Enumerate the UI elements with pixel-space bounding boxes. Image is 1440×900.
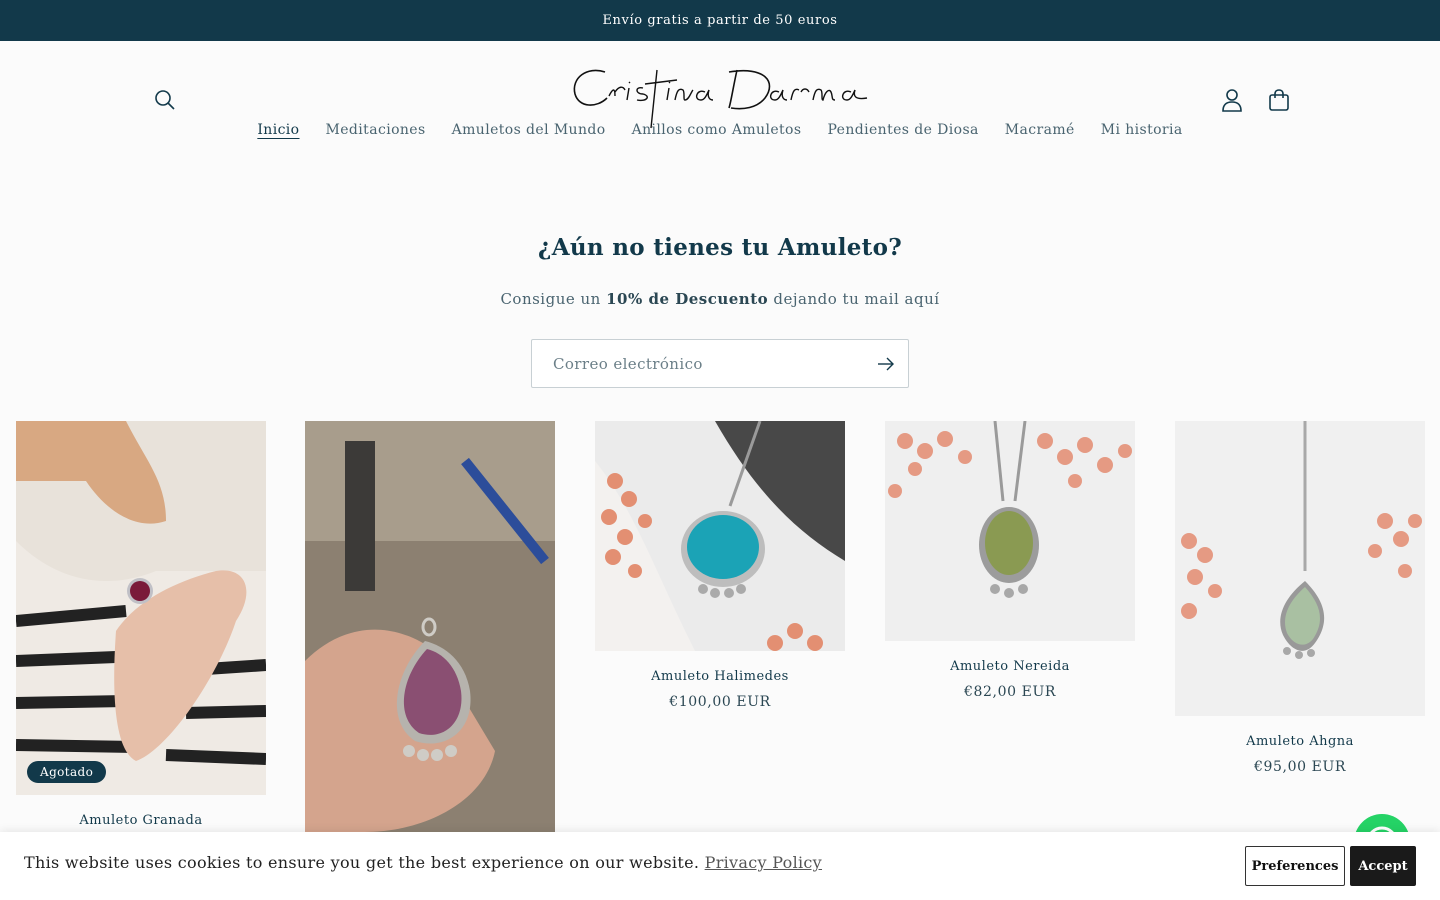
product-price: €95,00 EUR (1254, 759, 1346, 775)
arrow-right-icon[interactable] (872, 350, 900, 378)
announcement-bar: Envío gratis a partir de 50 euros (0, 0, 1440, 41)
announcement-text: Envío gratis a partir de 50 euros (602, 13, 838, 28)
product-name: Amuleto Ahgna (1246, 734, 1354, 749)
product-image[interactable]: Agotado (16, 421, 266, 795)
preferences-button[interactable]: Preferences (1245, 846, 1345, 886)
nav-item-macrame[interactable]: Macramé (1005, 118, 1075, 154)
email-input[interactable] (533, 341, 863, 386)
promo-sub-before: Consigue un (500, 290, 607, 308)
promo-sub-after: dejando tu mail aquí (768, 290, 940, 308)
accept-button[interactable]: Accept (1350, 846, 1416, 886)
product-price: €100,00 EUR (669, 694, 771, 710)
nav-item-amuletos-del-mundo[interactable]: Amuletos del Mundo (452, 118, 606, 154)
nav-item-anillos-como-amuletos[interactable]: Anillos como Amuletos (632, 118, 802, 154)
product-card[interactable]: Amuleto Halimedes €100,00 EUR (595, 421, 845, 710)
product-card[interactable] (305, 421, 555, 832)
product-image[interactable] (885, 421, 1135, 641)
user-icon[interactable] (1216, 84, 1248, 116)
bag-icon[interactable] (1263, 84, 1295, 116)
privacy-policy-link[interactable]: Privacy Policy (705, 853, 822, 872)
promo-title: ¿Aún no tienes tu Amuleto? (537, 234, 903, 261)
product-card[interactable]: Agotado Amuleto Granada (16, 421, 266, 828)
cookie-message: This website uses cookies to ensure you … (24, 853, 822, 872)
nav-item-meditaciones[interactable]: Meditaciones (326, 118, 426, 154)
nav-item-pendientes-de-diosa[interactable]: Pendientes de Diosa (827, 118, 978, 154)
cookie-banner: This website uses cookies to ensure you … (0, 832, 1440, 900)
product-image[interactable] (1175, 421, 1425, 716)
promo-sub-bold: 10% de Descuento (606, 290, 769, 308)
product-card[interactable]: Amuleto Nereida €82,00 EUR (885, 421, 1135, 700)
product-name: Amuleto Halimedes (651, 669, 789, 684)
product-name: Amuleto Nereida (950, 659, 1070, 674)
cookie-text: This website uses cookies to ensure you … (24, 853, 700, 872)
nav-item-inicio[interactable]: Inicio (257, 118, 299, 154)
main-nav: Inicio Meditaciones Amuletos del Mundo A… (0, 118, 1440, 154)
nav-item-mi-historia[interactable]: Mi historia (1101, 118, 1183, 154)
product-card[interactable]: Amuleto Ahgna €95,00 EUR (1175, 421, 1425, 775)
search-icon[interactable] (149, 84, 181, 116)
product-image[interactable] (595, 421, 845, 651)
newsletter-form (531, 339, 909, 388)
sold-out-badge: Agotado (27, 761, 107, 783)
product-image[interactable] (305, 421, 555, 832)
product-name: Amuleto Granada (79, 813, 203, 828)
promo-subtitle: Consigue un 10% de Descuento dejando tu … (0, 290, 1440, 308)
product-price: €82,00 EUR (964, 684, 1056, 700)
